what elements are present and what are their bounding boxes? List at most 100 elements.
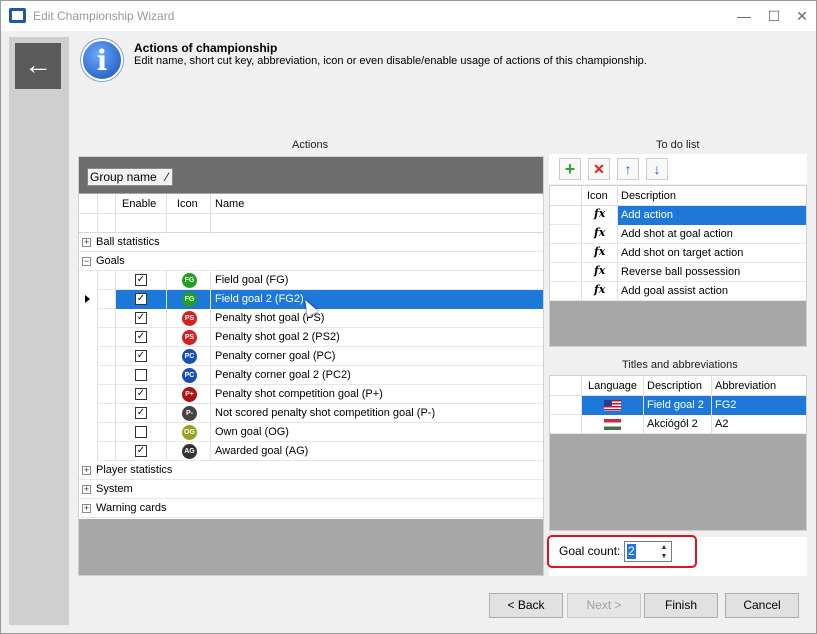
icon-cell[interactable]: OG — [167, 423, 211, 442]
todo-description[interactable]: Add goal assist action — [618, 282, 806, 301]
enable-checkbox[interactable]: ✓ — [135, 293, 147, 305]
action-row[interactable]: ✓ P+ Penalty shot competition goal (P+) — [79, 385, 543, 404]
enable-checkbox[interactable] — [135, 369, 147, 381]
action-row[interactable]: OG Own goal (OG) — [79, 423, 543, 442]
enable-cell[interactable]: ✓ — [116, 271, 167, 290]
action-name[interactable]: Penalty shot competition goal (P+) — [211, 385, 543, 404]
title-row[interactable]: Field goal 2 FG2 — [550, 396, 806, 415]
col-icon[interactable]: Icon — [167, 194, 211, 214]
enable-cell[interactable]: ✓ — [116, 442, 167, 461]
expand-icon[interactable]: + — [82, 238, 91, 247]
col-abbreviation[interactable]: Abbreviation — [712, 376, 806, 396]
col-language[interactable]: Language — [582, 376, 644, 396]
expand-icon[interactable]: + — [82, 504, 91, 513]
spin-down-icon[interactable]: ▼ — [659, 552, 669, 561]
todo-row[interactable]: fx Reverse ball possession — [550, 263, 806, 282]
spin-up-icon[interactable]: ▲ — [659, 543, 669, 552]
action-name[interactable]: Penalty shot goal (PS) — [211, 309, 543, 328]
icon-cell[interactable]: PC — [167, 366, 211, 385]
action-name[interactable]: Awarded goal (AG) — [211, 442, 543, 461]
filter-row[interactable] — [79, 214, 543, 233]
action-name[interactable]: Penalty corner goal 2 (PC2) — [211, 366, 543, 385]
maximize-button[interactable]: ☐ — [761, 5, 787, 27]
action-row[interactable]: ✓ AG Awarded goal (AG) — [79, 442, 543, 461]
enable-cell[interactable] — [116, 423, 167, 442]
action-name[interactable]: Field goal 2 (FG2) — [211, 290, 543, 309]
enable-checkbox[interactable] — [135, 426, 147, 438]
action-row[interactable]: PC Penalty corner goal 2 (PC2) — [79, 366, 543, 385]
action-name[interactable]: Penalty shot goal 2 (PS2) — [211, 328, 543, 347]
enable-cell[interactable]: ✓ — [116, 404, 167, 423]
expand-icon[interactable]: + — [82, 485, 91, 494]
enable-checkbox[interactable]: ✓ — [135, 274, 147, 286]
title-row[interactable]: Akciógól 2 A2 — [550, 415, 806, 434]
function-icon-cell[interactable]: fx — [582, 225, 618, 244]
enable-checkbox[interactable]: ✓ — [135, 407, 147, 419]
enable-cell[interactable] — [116, 366, 167, 385]
goal-count-stepper[interactable]: 2 ▲ ▼ — [624, 541, 672, 562]
icon-cell[interactable]: PS — [167, 309, 211, 328]
action-row[interactable]: ✓ FG Field goal (FG) — [79, 271, 543, 290]
back-arrow-icon[interactable]: ← — [15, 43, 61, 89]
move-down-icon[interactable]: ↓ — [646, 158, 668, 180]
icon-cell[interactable]: P- — [167, 404, 211, 423]
goal-count-value[interactable]: 2 — [627, 544, 636, 559]
col-icon[interactable]: Icon — [582, 186, 618, 206]
enable-checkbox[interactable]: ✓ — [135, 331, 147, 343]
action-row[interactable]: ✓ P- Not scored penalty shot competition g… — [79, 404, 543, 423]
col-description[interactable]: Description — [644, 376, 712, 396]
icon-cell[interactable]: FG — [167, 290, 211, 309]
icon-cell[interactable]: AG — [167, 442, 211, 461]
enable-checkbox[interactable]: ✓ — [135, 350, 147, 362]
action-name[interactable]: Own goal (OG) — [211, 423, 543, 442]
collapse-icon[interactable]: − — [82, 257, 91, 266]
icon-cell[interactable]: PS — [167, 328, 211, 347]
expand-icon[interactable]: + — [82, 466, 91, 475]
action-row[interactable]: ✓ PC Penalty corner goal (PC) — [79, 347, 543, 366]
language-cell[interactable] — [582, 396, 644, 415]
todo-row[interactable]: fx Add action — [550, 206, 806, 225]
group-row-system[interactable]: + System — [79, 480, 543, 499]
todo-description[interactable]: Add shot at goal action — [618, 225, 806, 244]
action-name[interactable]: Not scored penalty shot competition goal… — [211, 404, 543, 423]
action-name[interactable]: Penalty corner goal (PC) — [211, 347, 543, 366]
icon-cell[interactable]: PC — [167, 347, 211, 366]
todo-description[interactable]: Add action — [618, 206, 806, 225]
enable-cell[interactable]: ✓ — [116, 347, 167, 366]
title-description[interactable]: Akciógól 2 — [644, 415, 712, 434]
enable-cell[interactable]: ✓ — [116, 328, 167, 347]
icon-cell[interactable]: FG — [167, 271, 211, 290]
group-name-chip[interactable]: Group name ⁄ — [87, 168, 173, 186]
function-icon-cell[interactable]: fx — [582, 263, 618, 282]
enable-cell[interactable]: ✓ — [116, 385, 167, 404]
enable-checkbox[interactable]: ✓ — [135, 388, 147, 400]
add-icon[interactable]: + — [559, 158, 581, 180]
function-icon-cell[interactable]: fx — [582, 282, 618, 301]
todo-row[interactable]: fx Add goal assist action — [550, 282, 806, 301]
todo-row[interactable]: fx Add shot at goal action — [550, 225, 806, 244]
group-row-goals[interactable]: − Goals — [79, 252, 543, 271]
title-description[interactable]: Field goal 2 — [644, 396, 712, 415]
minimize-button[interactable]: — — [731, 5, 757, 27]
close-button[interactable]: ✕ — [789, 5, 815, 27]
group-row-ball-statistics[interactable]: + Ball statistics — [79, 233, 543, 252]
col-description[interactable]: Description — [618, 186, 806, 206]
action-name[interactable]: Field goal (FG) — [211, 271, 543, 290]
language-cell[interactable] — [582, 415, 644, 434]
cancel-button[interactable]: Cancel — [725, 593, 799, 618]
todo-row[interactable]: fx Add shot on target action — [550, 244, 806, 263]
col-name[interactable]: Name — [211, 194, 543, 214]
enable-checkbox[interactable]: ✓ — [135, 312, 147, 324]
back-button[interactable]: < Back — [489, 593, 563, 618]
function-icon-cell[interactable]: fx — [582, 206, 618, 225]
todo-description[interactable]: Add shot on target action — [618, 244, 806, 263]
icon-cell[interactable]: P+ — [167, 385, 211, 404]
finish-button[interactable]: Finish — [644, 593, 718, 618]
action-row[interactable]: ✓ PS Penalty shot goal 2 (PS2) — [79, 328, 543, 347]
remove-icon[interactable]: ✕ — [588, 158, 610, 180]
group-row-warning-cards[interactable]: + Warning cards — [79, 499, 543, 518]
enable-cell[interactable]: ✓ — [116, 309, 167, 328]
move-up-icon[interactable]: ↑ — [617, 158, 639, 180]
group-row-player-statistics[interactable]: + Player statistics — [79, 461, 543, 480]
title-abbreviation[interactable]: A2 — [712, 415, 806, 434]
